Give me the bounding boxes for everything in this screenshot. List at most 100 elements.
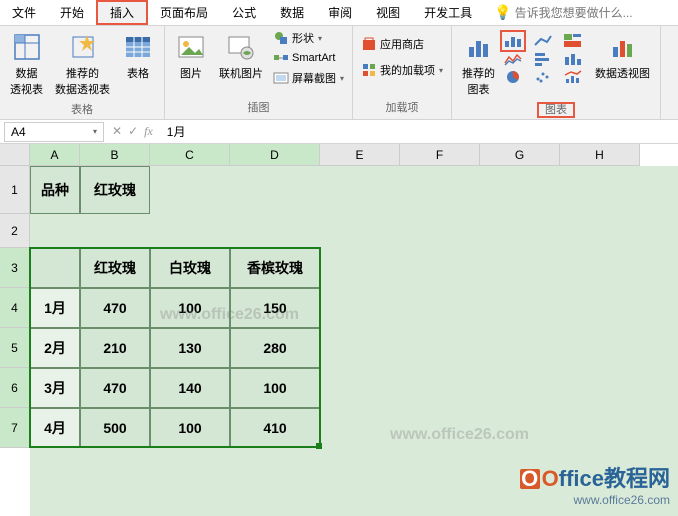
group-addins-label: 加载项 bbox=[359, 97, 445, 117]
col-header-E[interactable]: E bbox=[320, 144, 400, 166]
app-store-button[interactable]: 应用商店 bbox=[359, 35, 445, 53]
row-header-5[interactable]: 5 bbox=[0, 328, 30, 368]
table2-cell: 140 bbox=[150, 368, 230, 408]
enter-icon[interactable]: ✓ bbox=[128, 124, 138, 139]
row-header-3[interactable]: 3 bbox=[0, 248, 30, 288]
store-icon bbox=[361, 36, 377, 52]
table2-header: 红玫瑰 bbox=[80, 248, 150, 288]
table2-month: 4月 bbox=[30, 408, 80, 448]
table2-cell: 500 bbox=[80, 408, 150, 448]
logo-watermark: OOffice教程网 www.office26.com bbox=[520, 461, 670, 507]
online-pictures-button[interactable]: 联机图片 bbox=[215, 29, 267, 83]
statistical-chart-icon[interactable] bbox=[563, 51, 583, 67]
table1-header-2: 红玫瑰 bbox=[80, 166, 150, 214]
tell-me-search[interactable]: 💡 告诉我您想要做什么... bbox=[494, 4, 632, 21]
recommended-charts-button[interactable]: 推荐的 图表 bbox=[458, 29, 499, 99]
name-box-value: A4 bbox=[11, 125, 26, 139]
select-all-corner[interactable] bbox=[0, 144, 30, 166]
app-store-label: 应用商店 bbox=[380, 36, 424, 52]
column-headers-row: ABCDEFGH bbox=[0, 144, 678, 166]
ribbon-tabs: 文件 开始 插入 页面布局 公式 数据 审阅 视图 开发工具 💡 告诉我您想要做… bbox=[0, 0, 678, 26]
col-header-G[interactable]: G bbox=[480, 144, 560, 166]
scatter-chart-icon[interactable] bbox=[533, 69, 553, 85]
col-header-F[interactable]: F bbox=[400, 144, 480, 166]
online-pictures-icon bbox=[225, 31, 257, 63]
table-button[interactable]: 表格 bbox=[118, 29, 158, 83]
table2-cell: 100 bbox=[150, 408, 230, 448]
recommended-charts-icon bbox=[463, 31, 495, 63]
ribbon-content: 数据 透视表 推荐的 数据透视表 表格 表格 图片 联机图片 bbox=[0, 26, 678, 120]
table2-cell: 100 bbox=[150, 288, 230, 328]
tab-home[interactable]: 开始 bbox=[48, 0, 96, 25]
pictures-button[interactable]: 图片 bbox=[171, 29, 211, 83]
col-header-C[interactable]: C bbox=[150, 144, 230, 166]
smartart-label: SmartArt bbox=[292, 52, 335, 64]
my-addins-button[interactable]: 我的加载项▾ bbox=[359, 61, 445, 79]
table2-header: 白玫瑰 bbox=[150, 248, 230, 288]
table2-cell: 100 bbox=[230, 368, 320, 408]
addins-icon bbox=[361, 62, 377, 78]
logo-url: www.office26.com bbox=[520, 493, 670, 507]
watermark-2: www.office26.com bbox=[390, 426, 529, 444]
table2-month: 3月 bbox=[30, 368, 80, 408]
row-header-1[interactable]: 1 bbox=[0, 166, 30, 214]
tab-view[interactable]: 视图 bbox=[364, 0, 412, 25]
col-header-D[interactable]: D bbox=[230, 144, 320, 166]
tab-file[interactable]: 文件 bbox=[0, 0, 48, 25]
group-tables: 数据 透视表 推荐的 数据透视表 表格 表格 bbox=[0, 26, 165, 119]
tab-data[interactable]: 数据 bbox=[268, 0, 316, 25]
table2-cell: 470 bbox=[80, 368, 150, 408]
formula-bar[interactable] bbox=[161, 122, 678, 142]
logo-text: ffice教程网 bbox=[559, 466, 670, 491]
screenshot-button[interactable]: 屏幕截图▾ bbox=[271, 69, 346, 87]
table2-cell: 410 bbox=[230, 408, 320, 448]
row-headers: 1234567 bbox=[0, 166, 30, 516]
table2-cell: 280 bbox=[230, 328, 320, 368]
screenshot-label: 屏幕截图 bbox=[292, 70, 336, 86]
shapes-icon bbox=[273, 30, 289, 46]
pictures-label: 图片 bbox=[180, 65, 202, 81]
table-label: 表格 bbox=[127, 65, 149, 81]
pivot-chart-label: 数据透视图 bbox=[595, 65, 650, 81]
combo-chart-icon[interactable] bbox=[563, 69, 583, 85]
cancel-icon[interactable]: ✕ bbox=[112, 124, 122, 139]
fx-icon[interactable]: fx bbox=[144, 124, 153, 139]
group-tables-label: 表格 bbox=[6, 99, 158, 119]
column-chart-icon[interactable] bbox=[503, 33, 523, 49]
recommended-charts-label: 推荐的 图表 bbox=[462, 65, 495, 97]
line-chart-icon[interactable] bbox=[533, 33, 553, 49]
tab-dev[interactable]: 开发工具 bbox=[412, 0, 484, 25]
tab-formulas[interactable]: 公式 bbox=[220, 0, 268, 25]
table-icon bbox=[122, 31, 154, 63]
pivot-chart-button[interactable]: 数据透视图 bbox=[591, 29, 654, 83]
table1-header-1: 品种 bbox=[30, 166, 80, 214]
tab-insert[interactable]: 插入 bbox=[96, 0, 148, 25]
recommended-pivot-icon bbox=[67, 31, 99, 63]
hierarchy-chart-icon[interactable] bbox=[563, 33, 583, 49]
smartart-button[interactable]: SmartArt bbox=[271, 49, 346, 67]
stock-chart-icon[interactable] bbox=[503, 51, 523, 67]
row-header-7[interactable]: 7 bbox=[0, 408, 30, 448]
picture-icon bbox=[175, 31, 207, 63]
formula-bar-row: A4▾ ✕ ✓ fx bbox=[0, 120, 678, 144]
table2-cell: 130 bbox=[150, 328, 230, 368]
row-header-2[interactable]: 2 bbox=[0, 214, 30, 248]
group-addins: 应用商店 我的加载项▾ 加载项 bbox=[353, 26, 452, 119]
bar-chart-icon[interactable] bbox=[533, 51, 553, 67]
pivot-table-label: 数据 透视表 bbox=[10, 65, 43, 97]
tab-review[interactable]: 审阅 bbox=[316, 0, 364, 25]
tab-layout[interactable]: 页面布局 bbox=[148, 0, 220, 25]
col-header-A[interactable]: A bbox=[30, 144, 80, 166]
pivot-table-button[interactable]: 数据 透视表 bbox=[6, 29, 47, 99]
smartart-icon bbox=[273, 50, 289, 66]
table2-header: 香槟玫瑰 bbox=[230, 248, 320, 288]
recommended-pivot-button[interactable]: 推荐的 数据透视表 bbox=[51, 29, 114, 99]
col-header-B[interactable]: B bbox=[80, 144, 150, 166]
col-header-H[interactable]: H bbox=[560, 144, 640, 166]
name-box[interactable]: A4▾ bbox=[4, 122, 104, 142]
table2-month: 1月 bbox=[30, 288, 80, 328]
shapes-button[interactable]: 形状▾ bbox=[271, 29, 346, 47]
row-header-6[interactable]: 6 bbox=[0, 368, 30, 408]
row-header-4[interactable]: 4 bbox=[0, 288, 30, 328]
pie-chart-icon[interactable] bbox=[503, 69, 523, 85]
